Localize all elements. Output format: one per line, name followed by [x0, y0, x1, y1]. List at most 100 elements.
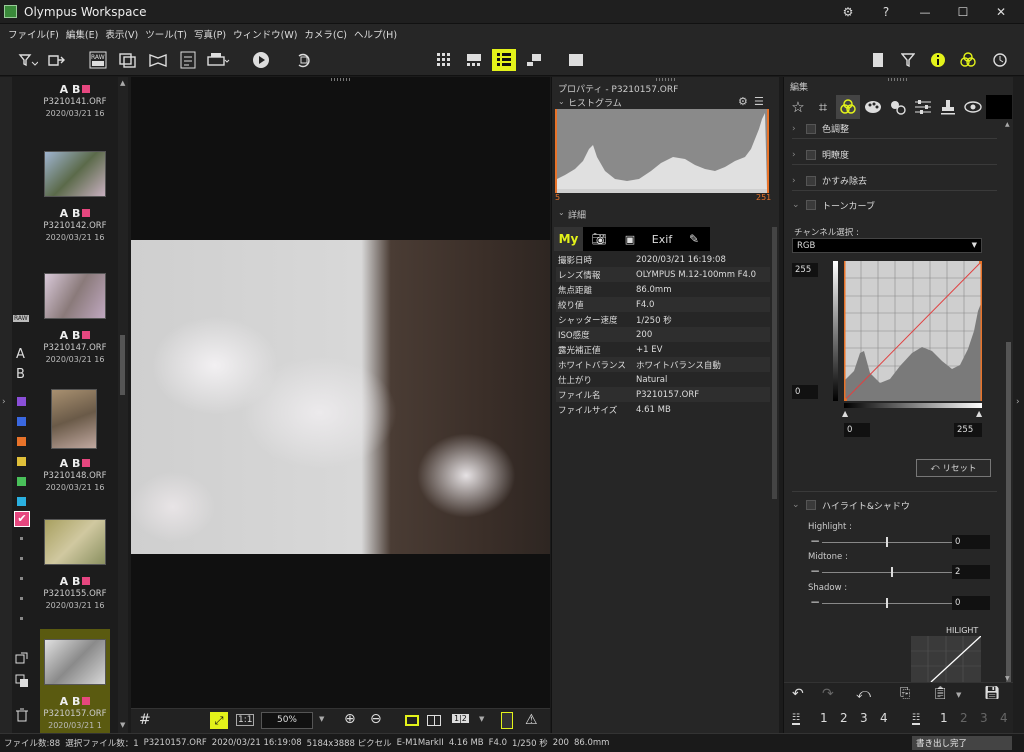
color-label-blue[interactable]: [17, 417, 26, 426]
panorama-icon[interactable]: [146, 49, 170, 71]
thumb-image[interactable]: [44, 639, 106, 685]
edit-scrollbar-up[interactable]: ▲: [1005, 121, 1010, 128]
set-4[interactable]: 4: [1000, 711, 1008, 725]
convert-icon[interactable]: [176, 49, 200, 71]
crop-icon[interactable]: ⌗: [811, 95, 835, 119]
reset-button[interactable]: ⤺ リセット: [916, 459, 991, 477]
close-button[interactable]: ✕: [990, 3, 1012, 21]
set-2[interactable]: 2: [960, 711, 968, 725]
histogram-settings-icon[interactable]: ⚙: [738, 95, 748, 108]
split-frame-icon[interactable]: [427, 715, 441, 726]
expand-left-icon[interactable]: ›: [2, 397, 6, 407]
properties-scrollbar[interactable]: [772, 227, 777, 499]
one-to-one-button[interactable]: 1:1: [236, 714, 255, 726]
thumbnail-item-selected[interactable]: A B P3210157.ORF 2020/03/21 1: [40, 629, 110, 733]
slideshow-play-icon[interactable]: [249, 49, 273, 71]
single-view-icon[interactable]: [564, 49, 588, 71]
curve-output-low[interactable]: 0: [792, 385, 818, 399]
expand-right-icon[interactable]: ›: [1016, 397, 1020, 407]
zoom-select[interactable]: 50%: [261, 712, 313, 729]
section-checkbox[interactable]: [806, 123, 816, 134]
filter-funnel-icon[interactable]: [896, 49, 920, 71]
preset-2[interactable]: 2: [840, 711, 848, 725]
thumbnail-item[interactable]: A B P3210142.ORF 2020/03/21 16: [32, 149, 118, 271]
histogram-label[interactable]: ヒストグラム: [568, 96, 622, 109]
print-icon[interactable]: [206, 49, 230, 71]
label-b[interactable]: B: [16, 367, 25, 382]
section-checkbox[interactable]: [806, 175, 816, 186]
rating-dots[interactable]: [20, 537, 23, 627]
scroll-up-icon[interactable]: ▲: [120, 79, 125, 87]
before-after-button[interactable]: 1|2: [452, 714, 469, 723]
section-checkbox[interactable]: [806, 500, 816, 510]
sliders-icon[interactable]: [911, 95, 935, 119]
compare-view-icon[interactable]: [522, 49, 546, 71]
section-tone-curve[interactable]: ⌄ トーンカーブ: [792, 195, 997, 215]
zoom-in-icon[interactable]: ⊕: [344, 711, 356, 727]
color-label-pink-checked[interactable]: ✔: [14, 511, 30, 527]
export-complete-badge[interactable]: 書き出し完了: [912, 736, 1012, 750]
warning-icon[interactable]: ⚠: [525, 712, 538, 728]
set-3[interactable]: 3: [980, 711, 988, 725]
section-checkbox[interactable]: [806, 200, 816, 210]
rotate-icon[interactable]: [292, 49, 316, 71]
info-icon[interactable]: [926, 49, 950, 71]
tab-exif[interactable]: Exif: [647, 227, 677, 251]
tab-my[interactable]: My: [554, 227, 583, 251]
right-collapse-strip[interactable]: ›: [1013, 77, 1024, 733]
effects-icon[interactable]: [886, 95, 910, 119]
curve-input-low[interactable]: 0: [844, 423, 870, 437]
minus-icon[interactable]: −: [810, 534, 820, 548]
zoom-out-icon[interactable]: ⊖: [370, 711, 382, 727]
color-label-orange[interactable]: [17, 437, 26, 446]
copy-photo-icon[interactable]: [14, 673, 30, 689]
curve-output-high[interactable]: 255: [792, 263, 818, 277]
menu-view[interactable]: 表示(V): [105, 27, 138, 41]
color-label-green[interactable]: [17, 477, 26, 486]
highlight-value[interactable]: 0: [952, 535, 990, 549]
minimize-button[interactable]: —: [914, 3, 936, 21]
preset-3[interactable]: 3: [860, 711, 868, 725]
paste-settings-icon[interactable]: 📋︎: [932, 686, 949, 701]
grid-view-icon[interactable]: [432, 49, 456, 71]
filmstrip-view-icon[interactable]: [462, 49, 486, 71]
preset-set-icon[interactable]: ☷: [912, 713, 921, 725]
maximize-button[interactable]: ☐: [952, 3, 974, 21]
section-color-adjust[interactable]: › 色調整: [792, 119, 997, 139]
set-1[interactable]: 1: [940, 711, 948, 725]
thumb-ab-label[interactable]: A B: [60, 83, 81, 96]
menu-file[interactable]: ファイル(F): [8, 27, 59, 41]
midtone-slider[interactable]: − + 2: [810, 563, 1000, 579]
curve-input-high[interactable]: 255: [954, 423, 982, 437]
copy-settings-icon[interactable]: ⎘: [900, 686, 910, 701]
favorite-star-icon[interactable]: ☆: [786, 95, 810, 119]
thumb-image[interactable]: [44, 273, 106, 319]
thumbnail-item[interactable]: A B P3210148.ORF 2020/03/21 16: [32, 387, 118, 509]
midtone-value[interactable]: 2: [952, 565, 990, 579]
viewer-scroll-grip[interactable]: [331, 78, 351, 81]
revert-icon[interactable]: ⤺: [856, 686, 871, 702]
undo-icon[interactable]: ↶: [792, 686, 804, 702]
edit-scrollbar[interactable]: [1006, 342, 1011, 682]
left-collapse-strip[interactable]: ›: [0, 77, 12, 733]
label-a[interactable]: A: [16, 347, 25, 362]
thumb-ab-label[interactable]: A B: [60, 695, 81, 708]
single-frame-icon[interactable]: [405, 715, 419, 726]
section-clarity[interactable]: › 明瞭度: [792, 145, 997, 165]
stamp-icon[interactable]: [936, 95, 960, 119]
menu-edit[interactable]: 編集(E): [66, 27, 98, 41]
color-label-cyan[interactable]: [17, 497, 26, 506]
slider-knob[interactable]: [886, 537, 888, 547]
thumb-image[interactable]: [44, 519, 106, 565]
histogram-menu-icon[interactable]: ☰: [754, 95, 764, 108]
preset-4[interactable]: 4: [880, 711, 888, 725]
lock-icon[interactable]: [501, 712, 513, 729]
tab-edit-note-icon[interactable]: ✎: [680, 227, 708, 251]
color-label-yellow[interactable]: [17, 457, 26, 466]
batch-icon[interactable]: [116, 49, 140, 71]
slider-knob[interactable]: [891, 567, 893, 577]
main-photo[interactable]: [131, 240, 550, 554]
section-dehaze[interactable]: › かすみ除去: [792, 171, 997, 191]
thumb-image[interactable]: [44, 151, 106, 197]
menu-tools[interactable]: ツール(T): [145, 27, 187, 41]
